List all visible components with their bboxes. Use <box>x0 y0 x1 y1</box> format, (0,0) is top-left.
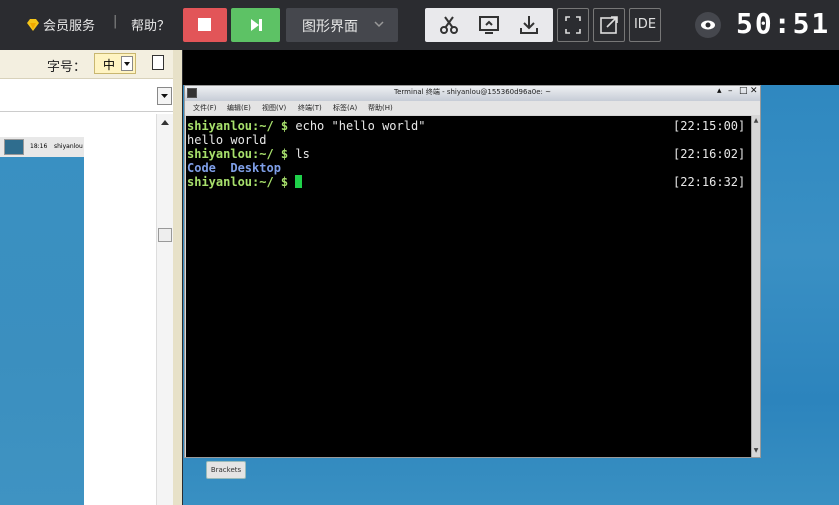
diamond-icon <box>27 18 39 31</box>
prompt: shiyanlou:~/ $ <box>187 119 296 133</box>
help-link[interactable]: 帮助？ <box>131 15 170 34</box>
scroll-up-icon[interactable]: ▲ <box>752 117 760 126</box>
left-panel-dropdown[interactable] <box>0 81 173 112</box>
preview-desktop <box>0 137 84 505</box>
left-panel-toolbar: 字号： 中 <box>0 50 182 79</box>
scroll-up-icon <box>161 120 169 125</box>
eye-icon <box>701 20 715 30</box>
font-size-select[interactable]: 中 <box>94 53 136 74</box>
font-size-value: 中 <box>103 58 116 72</box>
fullscreen-button[interactable] <box>557 8 589 42</box>
terminal-cursor <box>295 175 303 188</box>
font-size-label: 字号： <box>47 60 87 75</box>
preview-thumbnail <box>4 139 24 155</box>
terminal-title: Terminal 终端 - shiyanlou@155360d96a0e: ~ <box>394 88 551 96</box>
maximize-icon[interactable]: □ <box>739 86 748 96</box>
terminal-screen[interactable]: shiyanlou:~/ $ echo "hello world" [22:15… <box>186 116 751 457</box>
top-toolbar: 会员服务 | 帮助？ 图形界面 IDE 50:51 <box>0 0 839 50</box>
menu-view[interactable]: 视图(V) <box>262 103 286 113</box>
menu-edit[interactable]: 编辑(E) <box>227 103 251 113</box>
chevron-down-icon <box>374 21 384 28</box>
left-panel: 字号： 中 18:16 shiyanlou <box>0 50 182 505</box>
left-panel-scrollbar[interactable] <box>156 114 174 505</box>
terminal-menubar: 文件(F) 编辑(E) 视图(V) 终端(T) 标签(A) 帮助(H) <box>185 101 760 115</box>
terminal-titlebar[interactable]: Terminal 终端 - shiyanlou@155360d96a0e: ~ … <box>185 86 760 101</box>
next-button[interactable] <box>231 8 280 42</box>
scissors-icon[interactable] <box>437 13 461 37</box>
terminal-window[interactable]: Terminal 终端 - shiyanlou@155360d96a0e: ~ … <box>184 85 761 458</box>
dropdown-arrow-icon[interactable] <box>157 87 172 105</box>
command: echo "hello world" <box>295 119 426 133</box>
preview-taskbar: 18:16 shiyanlou <box>0 137 84 157</box>
brackets-taskbar-item[interactable]: Brackets <box>206 461 246 479</box>
document-icon[interactable] <box>152 55 164 70</box>
prompt: shiyanlou:~/ $ <box>187 175 296 189</box>
dropdown-arrow-icon <box>121 56 133 71</box>
separator: | <box>113 14 118 29</box>
prompt: shiyanlou:~/ $ <box>187 147 296 161</box>
terminal-line: shiyanlou:~/ $ echo "hello world" <box>187 119 425 133</box>
play-next-icon <box>251 19 262 31</box>
desktop-top-strip <box>183 50 839 85</box>
preview-time: 18:16 <box>30 143 48 150</box>
fullscreen-icon <box>565 16 581 34</box>
ide-button[interactable]: IDE <box>629 8 661 42</box>
download-icon[interactable] <box>517 13 541 37</box>
mode-select-label: 图形界面 <box>302 19 358 35</box>
command: ls <box>295 147 310 161</box>
terminal-line: shiyanlou:~/ $ <box>187 175 303 189</box>
vip-service-link[interactable]: 会员服务 <box>26 15 95 34</box>
menu-terminal[interactable]: 终端(T) <box>298 103 322 113</box>
timestamp: [22:16:32] <box>673 175 746 189</box>
external-open-button[interactable] <box>593 8 625 42</box>
timestamp: [22:16:02] <box>673 147 746 161</box>
scroll-down-icon[interactable]: ▼ <box>752 447 760 456</box>
vip-service-label: 会员服务 <box>43 19 96 34</box>
menu-help[interactable]: 帮助(H) <box>368 103 393 113</box>
terminal-output: hello world <box>187 133 267 147</box>
close-icon[interactable]: ✕ <box>750 86 758 96</box>
shade-icon[interactable]: ▴ <box>717 86 722 96</box>
preview-user: shiyanlou <box>54 143 83 150</box>
external-link-icon <box>600 16 618 34</box>
panel-divider[interactable] <box>173 50 182 505</box>
tool-group <box>425 8 553 42</box>
directory-listing: Code Desktop <box>187 161 281 175</box>
minimize-icon[interactable]: – <box>728 86 733 96</box>
menu-file[interactable]: 文件(F) <box>193 103 217 113</box>
session-timer: 50:51 <box>736 7 831 40</box>
eye-button[interactable] <box>695 12 721 38</box>
mode-select[interactable]: 图形界面 <box>286 8 398 42</box>
stop-icon <box>198 18 211 31</box>
timestamp: [22:15:00] <box>673 119 746 133</box>
stop-button[interactable] <box>183 8 227 42</box>
terminal-line: shiyanlou:~/ $ ls <box>187 147 310 161</box>
screen-share-icon[interactable] <box>477 13 501 37</box>
scroll-thumb[interactable] <box>158 228 172 242</box>
menu-tabs[interactable]: 标签(A) <box>333 103 357 113</box>
terminal-scrollbar[interactable]: ▲ ▼ <box>751 116 760 457</box>
